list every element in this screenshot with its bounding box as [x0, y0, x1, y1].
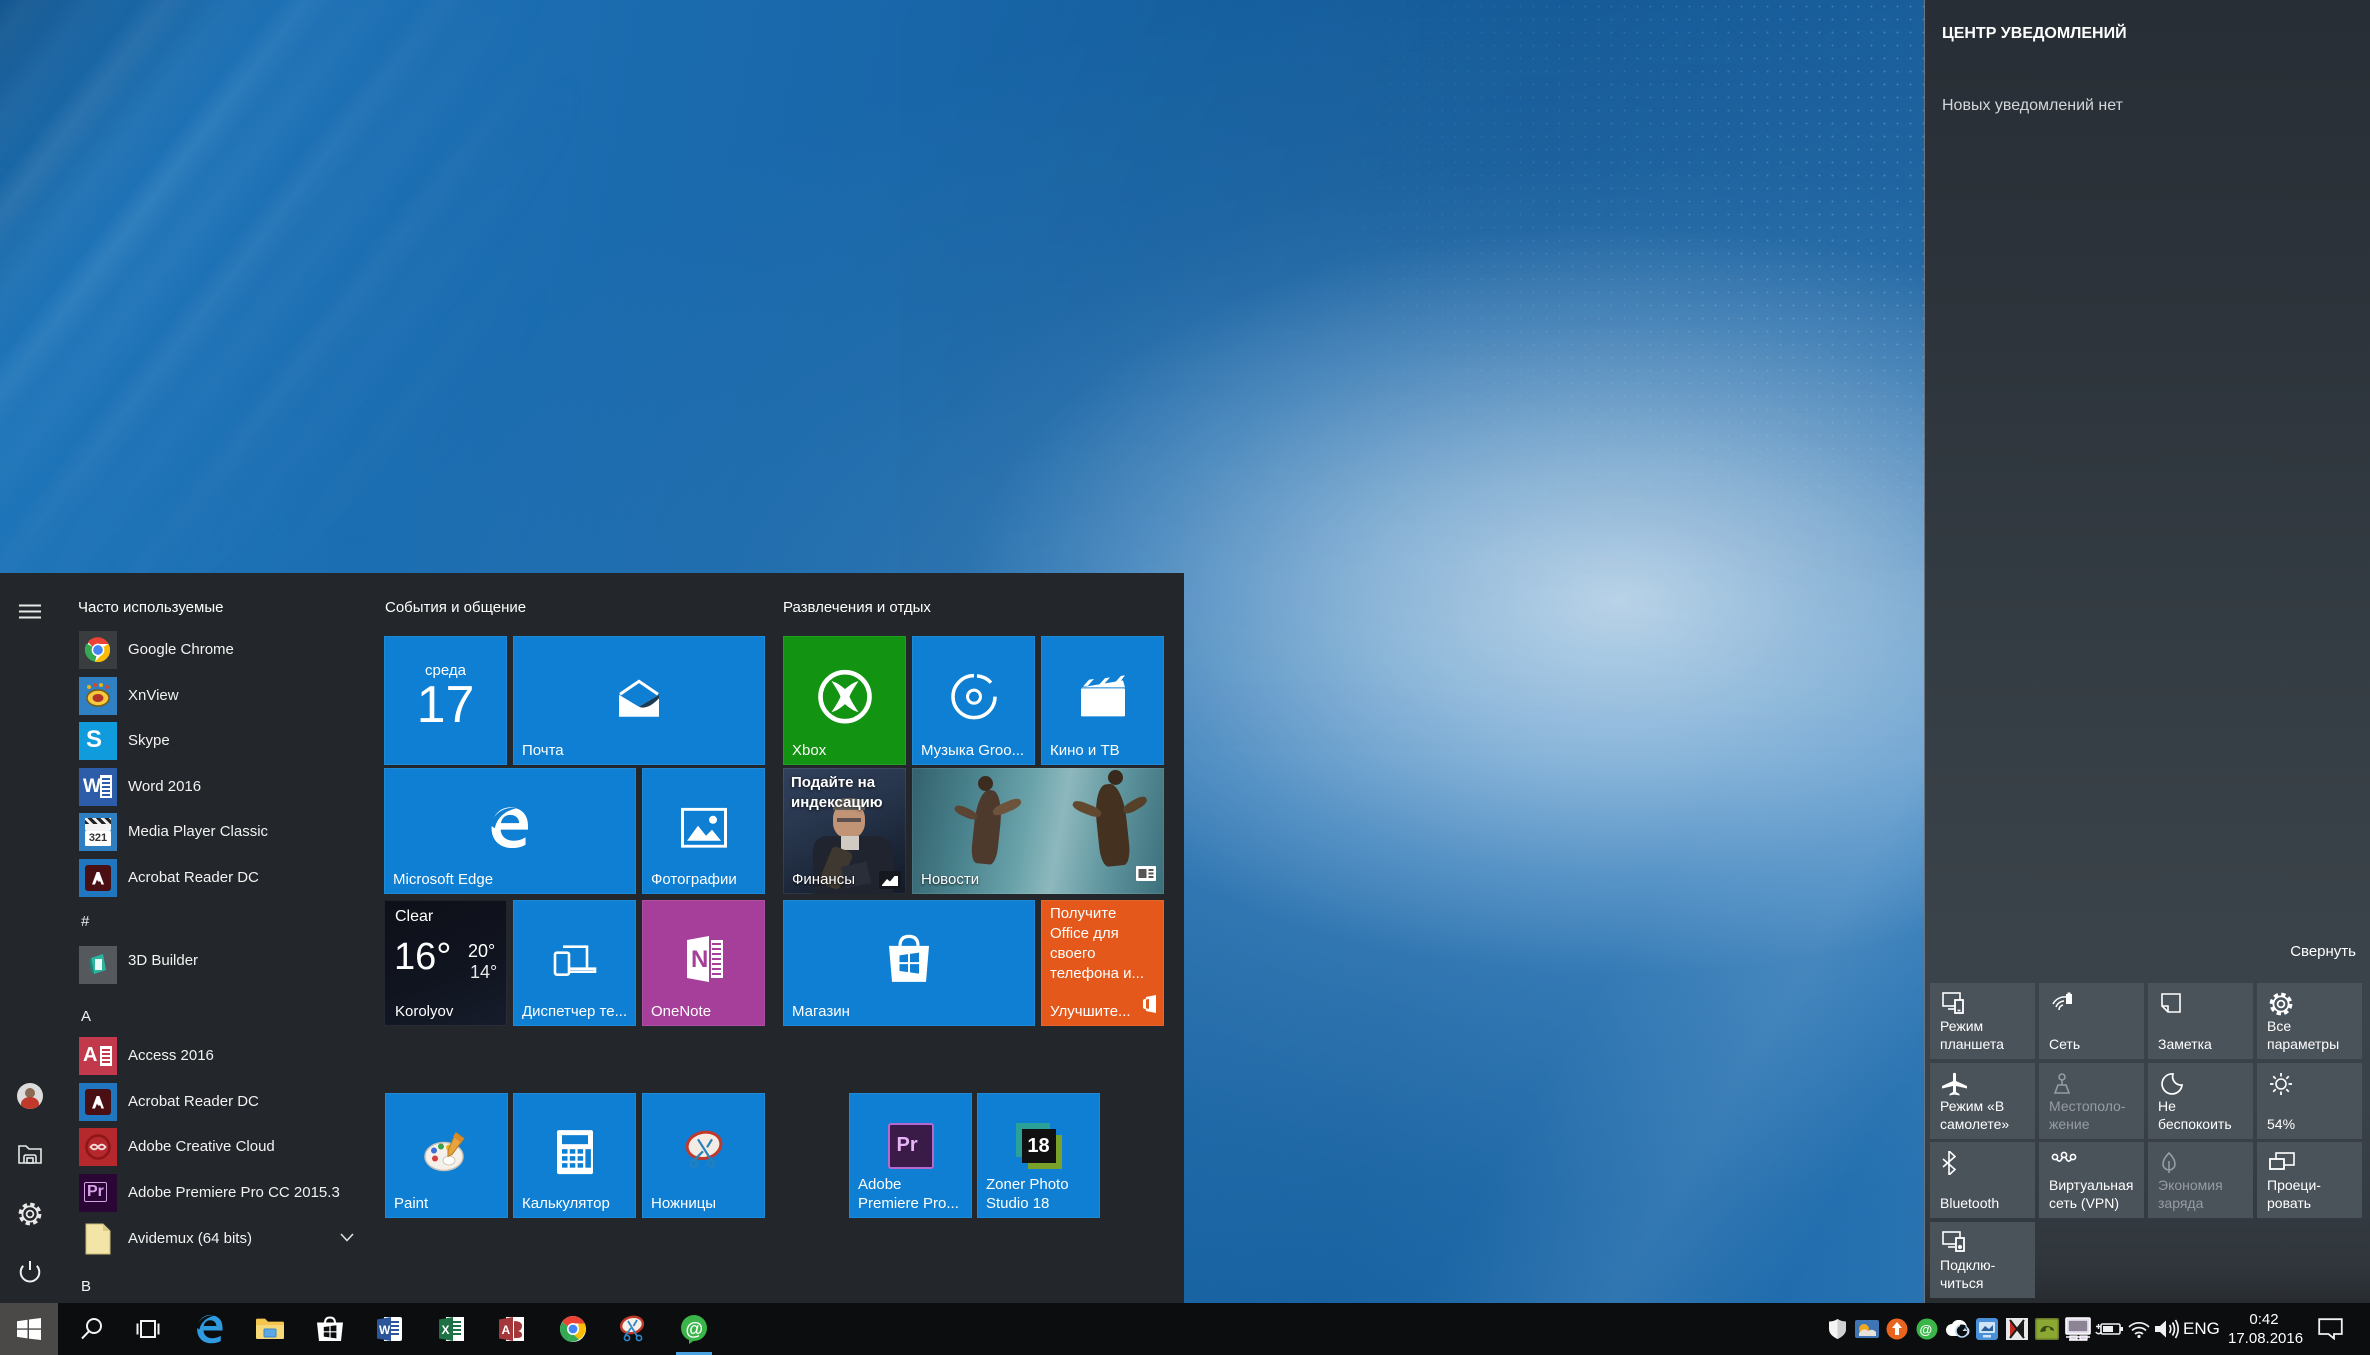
svg-text:N: N [691, 946, 708, 973]
svg-text:@: @ [1920, 1322, 1933, 1337]
svg-text:@: @ [686, 1319, 704, 1339]
svg-text:X: X [442, 1323, 450, 1337]
svg-text:W: W [379, 1323, 391, 1337]
svg-text:A: A [502, 1323, 511, 1337]
